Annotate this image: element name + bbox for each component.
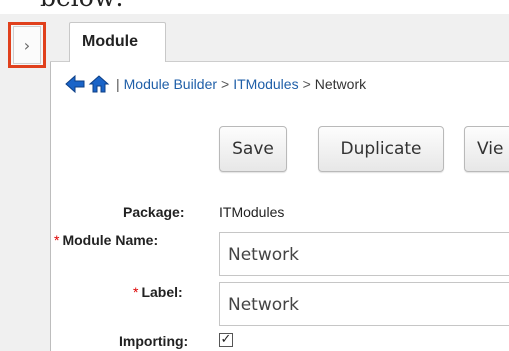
duplicate-button[interactable]: Duplicate bbox=[318, 126, 444, 172]
importing-checkbox[interactable]: ✓ bbox=[219, 333, 233, 347]
page-caption: below: bbox=[40, 0, 124, 12]
breadcrumb-arrow: > bbox=[221, 76, 230, 92]
label-label: * Label: bbox=[133, 284, 183, 300]
required-marker: * bbox=[133, 284, 139, 300]
breadcrumb-separator: | bbox=[116, 76, 120, 92]
breadcrumb-arrow: > bbox=[302, 76, 311, 92]
tab-module[interactable]: Module bbox=[69, 22, 166, 62]
home-icon[interactable] bbox=[88, 74, 110, 94]
required-marker: * bbox=[54, 232, 60, 248]
sidebar: › bbox=[0, 14, 51, 351]
module-name-label: * Module Name: bbox=[54, 232, 158, 248]
chevron-right-icon: › bbox=[13, 26, 41, 64]
label-label-text: Label: bbox=[141, 284, 183, 300]
breadcrumb-itmodules[interactable]: ITModules bbox=[233, 76, 298, 92]
module-name-label-text: Module Name: bbox=[62, 232, 159, 248]
check-icon: ✓ bbox=[220, 332, 232, 347]
package-label: Package: bbox=[123, 204, 185, 220]
breadcrumb-module-builder[interactable]: Module Builder bbox=[124, 76, 217, 92]
label-field[interactable]: Network bbox=[219, 282, 509, 326]
package-value: ITModules bbox=[219, 204, 285, 220]
tab-bar: Module bbox=[50, 14, 509, 62]
save-button[interactable]: Save bbox=[219, 126, 287, 172]
breadcrumb: | Module Builder > ITModules > Network bbox=[64, 70, 366, 98]
view-button[interactable]: Vie bbox=[464, 126, 509, 172]
importing-label: Importing: bbox=[119, 333, 189, 349]
sidebar-toggle-button[interactable]: › bbox=[8, 22, 46, 68]
module-name-field[interactable]: Network bbox=[219, 232, 509, 276]
arrow-left-icon[interactable] bbox=[64, 74, 86, 94]
breadcrumb-network: Network bbox=[314, 76, 367, 92]
